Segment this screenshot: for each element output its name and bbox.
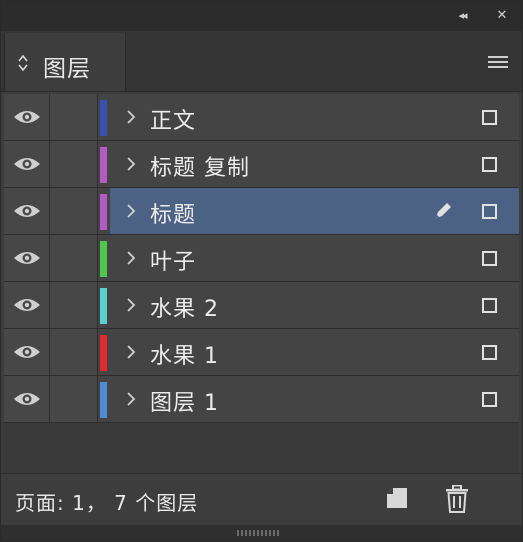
layer-row[interactable]: 水果 2 bbox=[4, 282, 519, 329]
layer-row[interactable]: 水果 1 bbox=[4, 329, 519, 376]
eye-icon bbox=[14, 205, 40, 217]
target-square-icon[interactable] bbox=[482, 251, 497, 266]
chevron-right-icon[interactable] bbox=[126, 155, 136, 173]
layer-color-swatch bbox=[100, 288, 107, 324]
panel-resize-bar bbox=[1, 525, 522, 541]
layer-row[interactable]: 叶子 bbox=[4, 235, 519, 282]
chevron-right-icon[interactable] bbox=[126, 108, 136, 126]
target-square-icon[interactable] bbox=[482, 345, 497, 360]
eye-icon bbox=[14, 252, 40, 264]
lock-toggle[interactable] bbox=[50, 94, 98, 140]
tab-label: 图层 bbox=[43, 56, 91, 82]
visibility-toggle[interactable] bbox=[4, 376, 50, 422]
visibility-toggle[interactable] bbox=[4, 282, 50, 328]
trash-icon[interactable] bbox=[445, 485, 469, 513]
layer-name: 图层 1 bbox=[150, 391, 219, 416]
layers-panel: ◂◂ ✕ 图层 正文 标题 复制 标题 叶子 水果 2 水果 1 图层 1 页面… bbox=[0, 0, 523, 542]
new-layer-icon[interactable] bbox=[385, 486, 409, 510]
layer-main-cell[interactable]: 图层 1 bbox=[110, 376, 519, 422]
lock-toggle[interactable] bbox=[50, 188, 98, 234]
layer-main-cell[interactable]: 标题 复制 bbox=[110, 141, 519, 187]
eye-icon bbox=[14, 111, 40, 123]
panel-tab-row: 图层 bbox=[1, 31, 522, 92]
chevron-right-icon[interactable] bbox=[126, 296, 136, 314]
panel-titlebar: ◂◂ ✕ bbox=[1, 1, 522, 31]
layer-main-cell[interactable]: 叶子 bbox=[110, 235, 519, 281]
layer-color-swatch bbox=[100, 100, 107, 136]
layer-list-empty-space bbox=[4, 427, 519, 473]
target-square-icon[interactable] bbox=[482, 157, 497, 172]
chevron-right-icon[interactable] bbox=[126, 390, 136, 408]
eye-icon bbox=[14, 299, 40, 311]
layer-name: 标题 复制 bbox=[150, 156, 250, 181]
layer-name: 正文 bbox=[150, 109, 197, 134]
layer-list: 正文 标题 复制 标题 叶子 水果 2 水果 1 图层 1 bbox=[4, 94, 519, 474]
visibility-toggle[interactable] bbox=[4, 141, 50, 187]
target-square-icon[interactable] bbox=[482, 110, 497, 125]
lock-toggle[interactable] bbox=[50, 141, 98, 187]
up-down-arrows-icon bbox=[18, 54, 28, 72]
target-square-icon[interactable] bbox=[482, 392, 497, 407]
layer-color-swatch bbox=[100, 241, 107, 277]
lock-toggle[interactable] bbox=[50, 376, 98, 422]
layer-main-cell[interactable]: 正文 bbox=[110, 94, 519, 140]
target-square-icon[interactable] bbox=[482, 204, 497, 219]
layer-name: 水果 1 bbox=[150, 344, 219, 369]
chevron-right-icon[interactable] bbox=[126, 202, 136, 220]
eye-icon bbox=[14, 158, 40, 170]
collapse-panel-icon[interactable]: ◂◂ bbox=[453, 7, 471, 25]
visibility-toggle[interactable] bbox=[4, 235, 50, 281]
chevron-right-icon[interactable] bbox=[126, 249, 136, 267]
layer-color-swatch bbox=[100, 147, 107, 183]
lock-toggle[interactable] bbox=[50, 329, 98, 375]
eye-icon bbox=[14, 393, 40, 405]
layer-color-swatch bbox=[100, 382, 107, 418]
resize-grip[interactable] bbox=[237, 530, 281, 536]
hamburger-menu-icon[interactable] bbox=[488, 55, 508, 69]
panel-footer: 页面: 1， 7 个图层 bbox=[1, 473, 522, 526]
layer-count-status: 页面: 1， 7 个图层 bbox=[15, 491, 199, 515]
tab-layers[interactable]: 图层 bbox=[4, 33, 126, 91]
layer-color-swatch bbox=[100, 194, 107, 230]
layer-row[interactable]: 正文 bbox=[4, 94, 519, 141]
pen-icon bbox=[436, 203, 451, 218]
chevron-right-icon[interactable] bbox=[126, 343, 136, 361]
layer-main-cell[interactable]: 水果 1 bbox=[110, 329, 519, 375]
layer-row[interactable]: 图层 1 bbox=[4, 376, 519, 423]
layer-name: 标题 bbox=[150, 203, 197, 228]
layer-row[interactable]: 标题 bbox=[4, 188, 519, 235]
layer-name: 水果 2 bbox=[150, 297, 219, 322]
close-panel-icon[interactable]: ✕ bbox=[493, 7, 511, 25]
visibility-toggle[interactable] bbox=[4, 329, 50, 375]
layer-color-swatch bbox=[100, 335, 107, 371]
layer-name: 叶子 bbox=[150, 250, 197, 275]
target-square-icon[interactable] bbox=[482, 298, 497, 313]
visibility-toggle[interactable] bbox=[4, 94, 50, 140]
visibility-toggle[interactable] bbox=[4, 188, 50, 234]
layer-row[interactable]: 标题 复制 bbox=[4, 141, 519, 188]
layer-main-cell[interactable]: 水果 2 bbox=[110, 282, 519, 328]
eye-icon bbox=[14, 346, 40, 358]
lock-toggle[interactable] bbox=[50, 282, 98, 328]
layer-main-cell[interactable]: 标题 bbox=[110, 188, 519, 234]
lock-toggle[interactable] bbox=[50, 235, 98, 281]
